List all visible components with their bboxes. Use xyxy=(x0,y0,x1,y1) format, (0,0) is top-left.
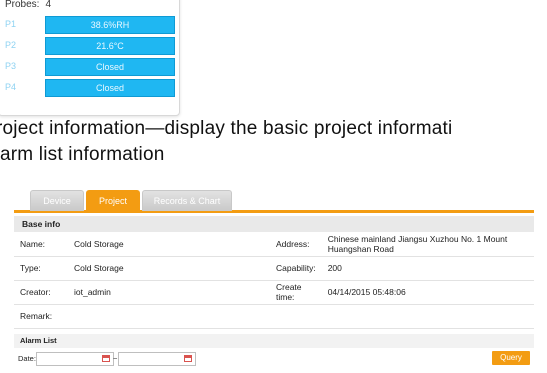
table-row: Remark: xyxy=(14,304,534,329)
probes-count: 4 xyxy=(45,0,52,10)
probe-row-p4: P4 Closed xyxy=(5,79,175,97)
address-value: Chinese mainland Jiangsu Xuzhou No. 1 Mo… xyxy=(321,232,534,257)
date-from-input[interactable] xyxy=(36,352,114,366)
capability-value: 200 xyxy=(321,256,534,281)
name-label: Name: xyxy=(14,232,68,257)
probe-id: P4 xyxy=(5,82,17,92)
probes-label-text: Probes: xyxy=(5,0,40,10)
name-value: Cold Storage xyxy=(68,232,270,257)
table-row: Type: Cold Storage Capability: 200 xyxy=(14,256,534,281)
alarm-list-heading: Alarm List xyxy=(14,334,534,348)
probe-row-p2: P2 21.6°C xyxy=(5,37,175,55)
date-filter-row: Date: ~ Query xyxy=(14,349,534,369)
probes-label: Probes: 4 xyxy=(5,0,51,10)
probe-card: Probes: 4 P1 38.6%RH P2 21.6°C P3 Closed … xyxy=(0,0,180,116)
table-row: Name: Cold Storage Address: Chinese main… xyxy=(14,232,534,257)
address-label: Address: xyxy=(270,232,322,257)
doc-text-line-1: roject information—display the basic pro… xyxy=(0,118,453,139)
doc-text-line-2: arm list information xyxy=(0,144,165,165)
tab-project[interactable]: Project xyxy=(86,190,140,211)
probe-value: Closed xyxy=(45,58,175,76)
calendar-icon[interactable] xyxy=(102,355,110,362)
type-value: Cold Storage xyxy=(68,256,270,281)
table-row: Creator: iot_admin Create time: 04/14/20… xyxy=(14,280,534,305)
probe-value: 21.6°C xyxy=(45,37,175,55)
create-time-label: Create time: xyxy=(270,280,322,305)
creator-label: Creator: xyxy=(14,280,68,305)
probe-id: P3 xyxy=(5,61,17,71)
tab-device[interactable]: Device xyxy=(30,190,84,211)
capability-label: Capability: xyxy=(270,256,322,281)
tab-bar: Device Project Records & Chart xyxy=(14,186,534,213)
create-time-value: 04/14/2015 05:48:06 xyxy=(321,280,534,305)
base-info-heading: Base info xyxy=(14,216,534,232)
remark-value xyxy=(68,304,534,329)
type-label: Type: xyxy=(14,256,68,281)
probe-id: P2 xyxy=(5,40,17,50)
tab-records-chart[interactable]: Records & Chart xyxy=(142,190,232,211)
probe-value: Closed xyxy=(45,79,175,97)
date-label: Date: xyxy=(18,354,36,363)
query-button[interactable]: Query xyxy=(492,351,530,365)
base-info-table: Name: Cold Storage Address: Chinese main… xyxy=(14,232,534,329)
probe-id: P1 xyxy=(5,19,17,29)
date-separator: ~ xyxy=(113,354,118,363)
project-panel: Device Project Records & Chart Base info… xyxy=(14,186,534,373)
date-to-input[interactable] xyxy=(118,352,196,366)
creator-value: iot_admin xyxy=(68,280,270,305)
calendar-icon[interactable] xyxy=(184,355,192,362)
probe-row-p3: P3 Closed xyxy=(5,58,175,76)
probe-row-p1: P1 38.6%RH xyxy=(5,16,175,34)
probe-value: 38.6%RH xyxy=(45,16,175,34)
remark-label: Remark: xyxy=(14,304,68,329)
